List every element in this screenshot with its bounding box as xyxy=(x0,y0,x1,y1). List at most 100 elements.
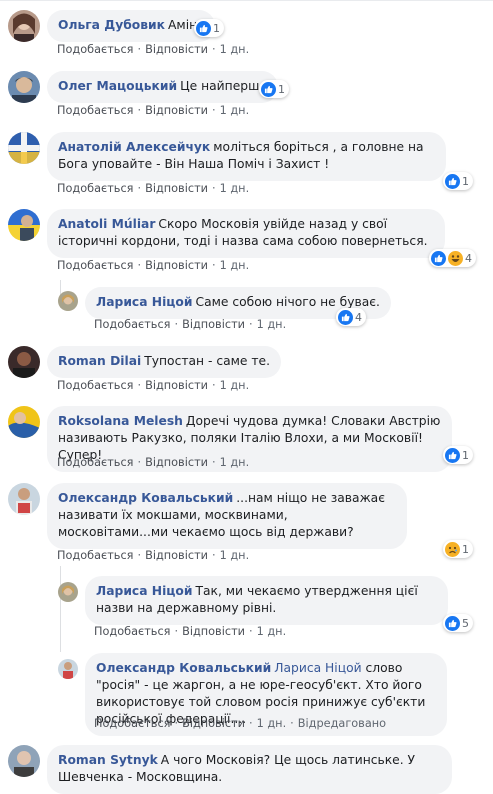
like-reaction-icon xyxy=(338,309,353,325)
thread-line xyxy=(60,566,61,652)
comment-actions: Подобається · Відповісти · 1 дн. · Відредагова… xyxy=(94,717,387,730)
avatar[interactable] xyxy=(58,291,78,311)
reply-button[interactable]: Відповісти xyxy=(182,717,245,730)
like-reaction-icon xyxy=(445,173,460,189)
like-button[interactable]: Подобається xyxy=(94,318,170,331)
sad-reaction-icon xyxy=(445,541,460,557)
reaction-count: 4 xyxy=(355,310,362,324)
reaction-summary[interactable]: 1 xyxy=(443,446,473,464)
comment-bubble: Ольга Дубовик Амінь xyxy=(47,10,216,42)
comment-author[interactable]: Roman Sytnyk xyxy=(58,753,158,767)
avatar[interactable] xyxy=(58,582,78,602)
avatar[interactable] xyxy=(58,659,78,679)
like-button[interactable]: Подобається xyxy=(57,43,133,56)
comment-bubble: Олександр Ковальський ...нам ніщо не зава… xyxy=(47,483,407,549)
comment-actions: Подобається · Відповісти · 1 дн. xyxy=(57,259,250,272)
comment-time[interactable]: 1 дн. xyxy=(220,43,250,56)
mention-link[interactable]: Лариса Ніцой xyxy=(274,661,361,675)
reaction-summary[interactable]: 4 xyxy=(429,249,476,267)
haha-reaction-icon xyxy=(448,250,463,266)
like-reaction-icon xyxy=(196,20,211,36)
comment-actions: Подобається · Відповісти · 1 дн. xyxy=(94,318,287,331)
like-button[interactable]: Подобається xyxy=(57,549,133,562)
like-button[interactable]: Подобається xyxy=(57,456,133,469)
reply-button[interactable]: Відповісти xyxy=(145,104,208,117)
like-button[interactable]: Подобається xyxy=(57,379,133,392)
comment-bubble: Roman Sytnyk А чого Московія? Це щось лат… xyxy=(47,745,452,794)
comment-bubble: Roman Dilai Тупостан - саме те. xyxy=(47,346,282,378)
comment-time[interactable]: 1 дн. xyxy=(220,182,250,195)
like-button[interactable]: Подобається xyxy=(94,717,170,730)
like-button[interactable]: Подобається xyxy=(57,104,133,117)
reaction-summary[interactable]: 1 xyxy=(259,80,289,98)
reaction-count: 4 xyxy=(465,251,472,265)
reply-button[interactable]: Відповісти xyxy=(145,43,208,56)
comment-author[interactable]: Олександр Ковальський xyxy=(58,491,233,505)
avatar[interactable] xyxy=(8,132,40,164)
avatar[interactable] xyxy=(8,406,40,438)
comment-author[interactable]: Ольга Дубовик xyxy=(58,18,165,32)
like-reaction-icon xyxy=(431,250,446,266)
like-button[interactable]: Подобається xyxy=(57,259,133,272)
reaction-count: 1 xyxy=(278,82,285,96)
reply-button[interactable]: Відповісти xyxy=(182,318,245,331)
edited-label[interactable]: Відредаговано xyxy=(298,717,386,730)
comment-author[interactable]: Олег Мацоцький xyxy=(58,79,177,93)
avatar[interactable] xyxy=(8,346,40,378)
like-reaction-icon xyxy=(445,615,460,631)
avatar[interactable] xyxy=(8,745,40,777)
comment-text: Тупостан - саме те. xyxy=(144,354,271,368)
reaction-count: 1 xyxy=(462,448,469,462)
reply-button[interactable]: Відповісти xyxy=(145,259,208,272)
like-reaction-icon xyxy=(261,81,276,97)
top-divider xyxy=(0,0,493,1)
comment-text: Саме собою нічого не буває. xyxy=(195,295,380,309)
comment-actions: Подобається · Відповісти · 1 дн. xyxy=(57,379,250,392)
comment-time[interactable]: 1 дн. xyxy=(220,549,250,562)
like-button[interactable]: Подобається xyxy=(57,182,133,195)
like-reaction-icon xyxy=(445,447,460,463)
like-button[interactable]: Подобається xyxy=(94,625,170,638)
comment-time[interactable]: 1 дн. xyxy=(220,104,250,117)
comment-bubble: Анатолій Алексейчук моліться боріться , а… xyxy=(47,132,446,181)
reaction-count: 1 xyxy=(462,174,469,188)
avatar[interactable] xyxy=(8,483,40,515)
comment-actions: Подобається · Відповісти · 1 дн. xyxy=(57,182,250,195)
comment-time[interactable]: 1 дн. xyxy=(257,318,287,331)
reaction-summary[interactable]: 1 xyxy=(194,19,224,37)
avatar[interactable] xyxy=(8,209,40,241)
comment-author[interactable]: Anatoli Múliar xyxy=(58,217,155,231)
reaction-count: 5 xyxy=(462,616,469,630)
comment-actions: Подобається · Відповісти · 1 дн. xyxy=(94,625,287,638)
comment-author[interactable]: Олександр Ковальський xyxy=(96,661,271,675)
reply-button[interactable]: Відповісти xyxy=(145,379,208,392)
reaction-summary[interactable]: 1 xyxy=(443,172,473,190)
reaction-summary[interactable]: 1 xyxy=(443,540,473,558)
comment-bubble: Лариса Ніцой Так, ми чекаємо утвердження … xyxy=(85,576,448,625)
reply-button[interactable]: Відповісти xyxy=(145,456,208,469)
comment-author[interactable]: Roman Dilai xyxy=(58,354,141,368)
reply-button[interactable]: Відповісти xyxy=(182,625,245,638)
comment-actions: Подобається · Відповісти · 1 дн. xyxy=(57,549,250,562)
reaction-count: 1 xyxy=(213,21,220,35)
comment-author[interactable]: Лариса Ніцой xyxy=(96,584,192,598)
comment-author[interactable]: Анатолій Алексейчук xyxy=(58,140,210,154)
avatar[interactable] xyxy=(8,71,40,103)
comment-time[interactable]: 1 дн. xyxy=(220,456,250,469)
comment-author[interactable]: Roksolana Melesh xyxy=(58,414,183,428)
comment-time[interactable]: 1 дн. xyxy=(220,259,250,272)
comment-actions: Подобається · Відповісти · 1 дн. xyxy=(57,456,250,469)
comment-time[interactable]: 1 дн. xyxy=(257,717,287,730)
comment-text: Це найперше xyxy=(180,79,267,93)
comment-author[interactable]: Лариса Ніцой xyxy=(96,295,192,309)
reply-button[interactable]: Відповісти xyxy=(145,182,208,195)
reply-button[interactable]: Відповісти xyxy=(145,549,208,562)
comment-time[interactable]: 1 дн. xyxy=(257,625,287,638)
comment-bubble: Anatoli Múliar Скоро Московія увійде наза… xyxy=(47,209,445,258)
comment-time[interactable]: 1 дн. xyxy=(220,379,250,392)
avatar[interactable] xyxy=(8,10,40,42)
reaction-summary[interactable]: 4 xyxy=(336,308,366,326)
reaction-summary[interactable]: 5 xyxy=(443,614,473,632)
reaction-count: 1 xyxy=(462,542,469,556)
comment-actions: Подобається · Відповісти · 1 дн. xyxy=(57,104,250,117)
